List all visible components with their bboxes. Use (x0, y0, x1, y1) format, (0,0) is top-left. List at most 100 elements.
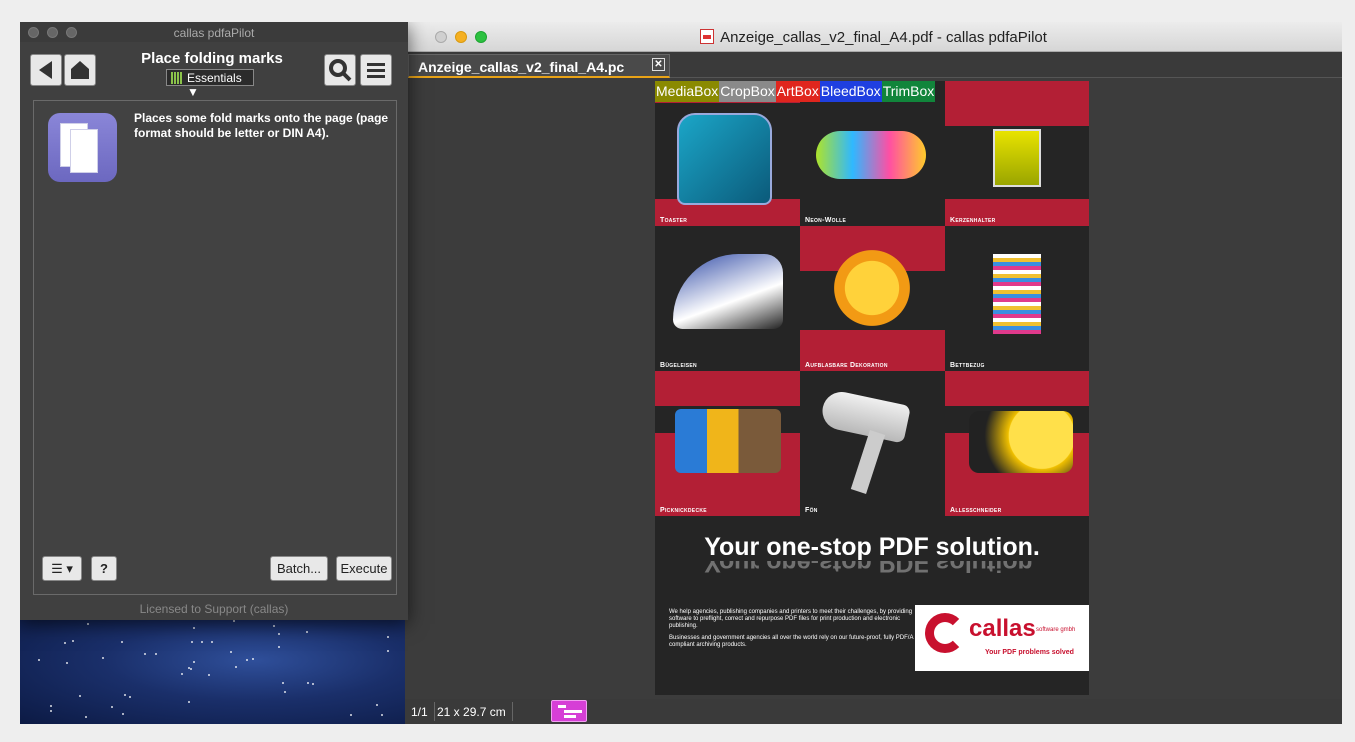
home-icon (71, 61, 89, 79)
product-label: Bettbezug (950, 362, 985, 369)
star-decoration (230, 651, 232, 653)
blurb-paragraph-2: Businesses and government agencies all o… (669, 635, 914, 648)
star-decoration (312, 683, 314, 685)
star-decoration (129, 696, 131, 698)
status-bar: 1/1 21 x 29.7 cm (405, 699, 1342, 724)
structure-view-button[interactable] (551, 700, 587, 722)
star-decoration (278, 633, 280, 635)
product-label: Picknickdecke (660, 507, 707, 514)
document-canvas[interactable]: MediaBox CropBox ArtBox BleedBox TrimBox… (405, 79, 1342, 699)
desktop-background (20, 618, 410, 724)
sun-image (834, 250, 910, 326)
panel-titlebar[interactable]: callas pdfaPilot (20, 22, 408, 42)
star-decoration (193, 627, 195, 629)
search-button[interactable] (324, 54, 356, 86)
star-decoration (208, 674, 210, 676)
page-size: 21 x 29.7 cm (431, 702, 513, 721)
star-decoration (284, 691, 286, 693)
logo-tagline: Your PDF problems solved (985, 649, 1074, 656)
star-decoration (252, 658, 254, 660)
trimbox-label: TrimBox (881, 81, 936, 102)
star-decoration (191, 641, 193, 643)
star-decoration (50, 705, 52, 707)
home-button[interactable] (64, 54, 96, 86)
blanket-image (675, 409, 781, 473)
iron-image (673, 254, 783, 329)
slogan: Your one-stop PDF solution. (704, 533, 1040, 561)
product-cell-picknickdecke: Picknickdecke (655, 371, 800, 516)
profile-selector[interactable]: Essentials ▼ (166, 69, 254, 99)
product-label: Kerzenhalter (950, 217, 996, 224)
slicer-image (969, 411, 1073, 473)
hamburger-icon (367, 63, 385, 78)
star-decoration (190, 668, 192, 670)
slogan-reflection: Your one-stop PDF solution. (704, 561, 1040, 577)
star-decoration (306, 631, 308, 633)
hairdryer-handle (850, 430, 886, 494)
star-decoration (122, 713, 124, 715)
artbox-label: ArtBox (775, 81, 820, 102)
star-decoration (111, 706, 113, 708)
star-decoration (72, 640, 74, 642)
product-cell-toaster: Toaster (655, 81, 800, 226)
yarn-image (816, 131, 926, 179)
product-cell-dekoration: Aufblasbare Dekoration (800, 226, 945, 371)
library-icon (171, 72, 183, 84)
star-decoration (282, 682, 284, 684)
product-cell-kerzenhalter: Kerzenhalter (945, 81, 1089, 226)
options-menu-button[interactable]: ☰ ▾ (42, 556, 82, 581)
back-button[interactable] (30, 54, 62, 86)
star-decoration (235, 666, 237, 668)
star-decoration (246, 659, 248, 661)
profile-selector-label: Essentials (187, 71, 242, 85)
close-tab-icon[interactable]: ✕ (652, 58, 665, 71)
star-decoration (381, 714, 383, 716)
star-decoration (66, 662, 68, 664)
star-decoration (79, 695, 81, 697)
bedding-image (993, 254, 1041, 334)
logo-name: callas (969, 615, 1036, 642)
document-tab-label: Anzeige_callas_v2_final_A4.pc (418, 59, 625, 75)
product-cell-allesschneider: Allesschneider (945, 371, 1089, 516)
star-decoration (188, 667, 190, 669)
star-decoration (387, 636, 389, 638)
star-decoration (121, 641, 123, 643)
viewer-title-text: Anzeige_callas_v2_final_A4.pdf - callas … (720, 29, 1047, 46)
search-icon (329, 59, 352, 82)
mediabox-label: MediaBox (655, 81, 720, 102)
product-cell-foen: Fön (800, 371, 945, 516)
star-decoration (278, 646, 280, 648)
candle-holder-image (993, 129, 1041, 187)
batch-button[interactable]: Batch... (270, 556, 328, 581)
star-decoration (387, 650, 389, 652)
document-tab[interactable]: Anzeige_callas_v2_final_A4.pc ✕ (408, 54, 670, 78)
star-decoration (193, 661, 195, 663)
blurb-text: We help agencies, publishing companies a… (669, 609, 914, 654)
chevron-down-icon: ▼ (187, 85, 199, 99)
product-label: Bügeleisen (660, 362, 697, 369)
panel-title: callas pdfaPilot (173, 26, 255, 40)
action-details: Places some fold marks onto the page (pa… (33, 100, 397, 595)
license-info: Licensed to Support (callas) (139, 602, 289, 616)
page-box-legend: MediaBox CropBox ArtBox BleedBox TrimBox (655, 81, 936, 102)
help-button[interactable]: ? (91, 556, 117, 581)
viewer-titlebar[interactable]: Anzeige_callas_v2_final_A4.pdf - callas … (405, 22, 1342, 52)
product-label: Allesschneider (950, 507, 1002, 514)
star-decoration (50, 710, 52, 712)
action-description: Places some fold marks onto the page (pa… (134, 111, 389, 140)
product-cell-neon-wolle: Neon-Wolle (800, 81, 945, 226)
callas-c-mark (925, 613, 965, 653)
panel-heading: Place folding marks (141, 50, 283, 67)
product-label: Aufblasbare Dekoration (805, 362, 888, 369)
product-label: Fön (805, 507, 818, 514)
star-decoration (307, 682, 309, 684)
product-label: Toaster (660, 217, 688, 224)
execute-button[interactable]: Execute (336, 556, 392, 581)
screen: Anzeige_callas_v2_final_A4.pdf - callas … (20, 22, 1342, 724)
star-decoration (124, 694, 126, 696)
star-decoration (350, 714, 352, 716)
viewer-window: Anzeige_callas_v2_final_A4.pdf - callas … (405, 22, 1342, 724)
menu-button[interactable] (360, 54, 392, 86)
star-decoration (201, 641, 203, 643)
pdf-page[interactable]: MediaBox CropBox ArtBox BleedBox TrimBox… (655, 81, 1089, 695)
